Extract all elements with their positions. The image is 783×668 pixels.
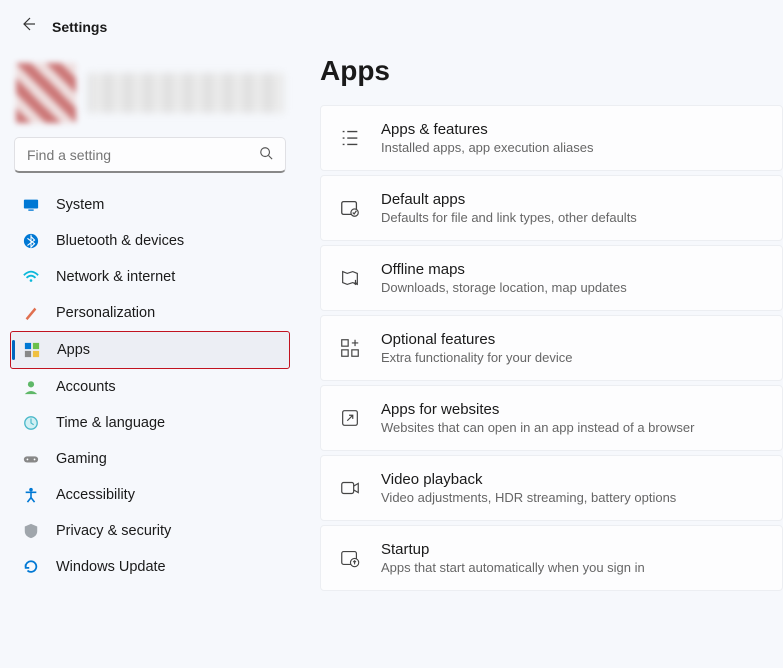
sidebar-item-label: Privacy & security [56,523,171,539]
sidebar-item-label: Accounts [56,379,116,395]
card-title: Optional features [381,331,764,348]
bluetooth-icon [22,232,40,250]
startup-icon [339,547,361,569]
card-title: Startup [381,541,764,558]
card-desc: Downloads, storage location, map updates [381,280,764,295]
search-input[interactable] [27,147,259,163]
card-offline-maps[interactable]: Offline maps Downloads, storage location… [320,245,783,311]
back-button[interactable] [20,16,36,37]
sidebar-item-label: Network & internet [56,269,175,285]
update-icon [22,558,40,576]
card-title: Default apps [381,191,764,208]
gamepad-icon [22,450,40,468]
card-desc: Video adjustments, HDR streaming, batter… [381,490,764,505]
avatar [16,63,76,123]
card-title: Apps & features [381,121,764,138]
search-icon [259,146,273,163]
sidebar-item-accounts[interactable]: Accounts [10,369,290,405]
wifi-icon [22,268,40,286]
sidebar-item-windows-update[interactable]: Windows Update [10,549,290,585]
card-desc: Installed apps, app execution aliases [381,140,764,155]
card-optional-features[interactable]: Optional features Extra functionality fo… [320,315,783,381]
nav: System Bluetooth & devices Network & int… [10,187,290,585]
globe-clock-icon [22,414,40,432]
card-desc: Defaults for file and link types, other … [381,210,764,225]
list-icon [339,127,361,149]
sidebar: System Bluetooth & devices Network & int… [0,45,300,591]
card-desc: Apps that start automatically when you s… [381,560,764,575]
user-name-blurred [88,73,284,113]
card-list: Apps & features Installed apps, app exec… [320,105,783,591]
header: Settings [0,0,783,45]
map-download-icon [339,267,361,289]
apps-icon [23,341,41,359]
video-icon [339,477,361,499]
sidebar-item-gaming[interactable]: Gaming [10,441,290,477]
sidebar-item-personalization[interactable]: Personalization [10,295,290,331]
card-video-playback[interactable]: Video playback Video adjustments, HDR st… [320,455,783,521]
sidebar-item-privacy[interactable]: Privacy & security [10,513,290,549]
card-apps-features[interactable]: Apps & features Installed apps, app exec… [320,105,783,171]
default-app-icon [339,197,361,219]
sidebar-item-label: Time & language [56,415,165,431]
sidebar-item-accessibility[interactable]: Accessibility [10,477,290,513]
card-title: Offline maps [381,261,764,278]
card-startup[interactable]: Startup Apps that start automatically wh… [320,525,783,591]
sidebar-item-label: Apps [57,342,90,358]
shield-icon [22,522,40,540]
card-default-apps[interactable]: Default apps Defaults for file and link … [320,175,783,241]
person-icon [22,378,40,396]
sidebar-item-label: Windows Update [56,559,166,575]
brush-icon [22,304,40,322]
sidebar-item-label: Bluetooth & devices [56,233,184,249]
user-profile[interactable] [10,55,290,137]
search-box[interactable] [14,137,286,173]
sidebar-item-label: Accessibility [56,487,135,503]
card-desc: Websites that can open in an app instead… [381,420,764,435]
sidebar-item-label: Gaming [56,451,107,467]
card-title: Video playback [381,471,764,488]
card-desc: Extra functionality for your device [381,350,764,365]
sidebar-item-system[interactable]: System [10,187,290,223]
accessibility-icon [22,486,40,504]
page-title: Apps [320,55,783,87]
sidebar-item-network[interactable]: Network & internet [10,259,290,295]
sidebar-item-apps[interactable]: Apps [10,331,290,369]
sidebar-item-label: System [56,197,104,213]
main: Apps Apps & features Installed apps, app… [300,45,783,591]
card-title: Apps for websites [381,401,764,418]
grid-plus-icon [339,337,361,359]
sidebar-item-time-language[interactable]: Time & language [10,405,290,441]
sidebar-item-label: Personalization [56,305,155,321]
system-icon [22,196,40,214]
card-apps-for-websites[interactable]: Apps for websites Websites that can open… [320,385,783,451]
header-title: Settings [52,19,107,35]
sidebar-item-bluetooth[interactable]: Bluetooth & devices [10,223,290,259]
open-external-icon [339,407,361,429]
